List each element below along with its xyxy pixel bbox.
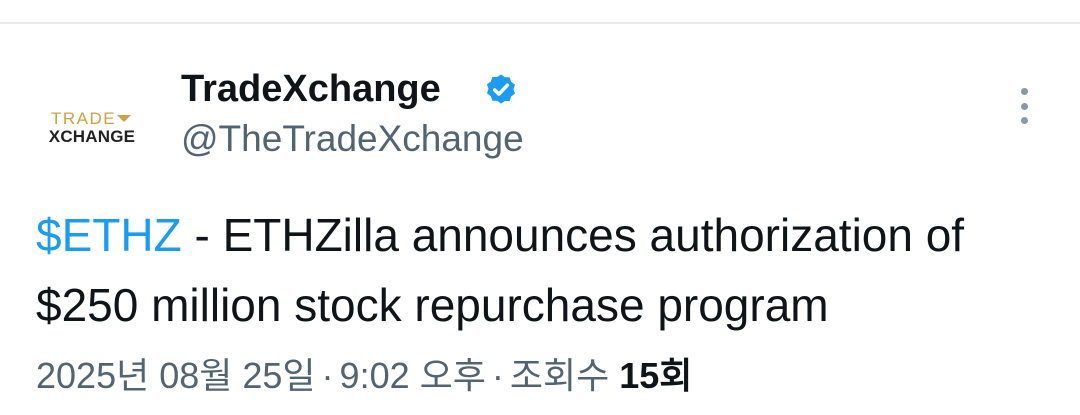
- tweet-metadata: 2025년 08월 25일 · 9:02 오후 · 조회수 15회: [36, 352, 692, 400]
- views-label: 조회수: [509, 355, 610, 396]
- avatar[interactable]: TRADE XCHANGE: [34, 70, 150, 186]
- user-handle[interactable]: @TheTradeXchange: [181, 116, 524, 162]
- logo-arrow-icon: [117, 115, 132, 122]
- more-vertical-icon-dot: [1020, 102, 1028, 110]
- separator: ·: [321, 355, 334, 396]
- logo-text-top-row: TRADE: [50, 109, 132, 128]
- display-name[interactable]: TradeXchange: [181, 66, 441, 112]
- tweet-time[interactable]: 9:02 오후: [340, 355, 486, 396]
- more-options-button[interactable]: [1004, 84, 1044, 128]
- top-divider: [0, 22, 1080, 24]
- verified-badge-icon[interactable]: [482, 70, 520, 108]
- cashtag-link[interactable]: $ETHZ: [36, 209, 182, 261]
- more-vertical-icon-dot: [1020, 117, 1028, 124]
- tweet-date[interactable]: 2025년 08월 25일: [36, 355, 316, 396]
- logo-text-top: TRADE: [50, 109, 117, 128]
- logo-text-bottom: XCHANGE: [48, 127, 136, 146]
- tweet-text: $ETHZ - ETHZilla announces authorization…: [36, 200, 1056, 340]
- tweet-card: TRADE XCHANGE TradeXchange @TheTradeXcha…: [0, 0, 1080, 415]
- separator: ·: [491, 355, 504, 396]
- more-vertical-icon-dot: [1020, 88, 1028, 95]
- views-count[interactable]: 15회: [619, 355, 692, 396]
